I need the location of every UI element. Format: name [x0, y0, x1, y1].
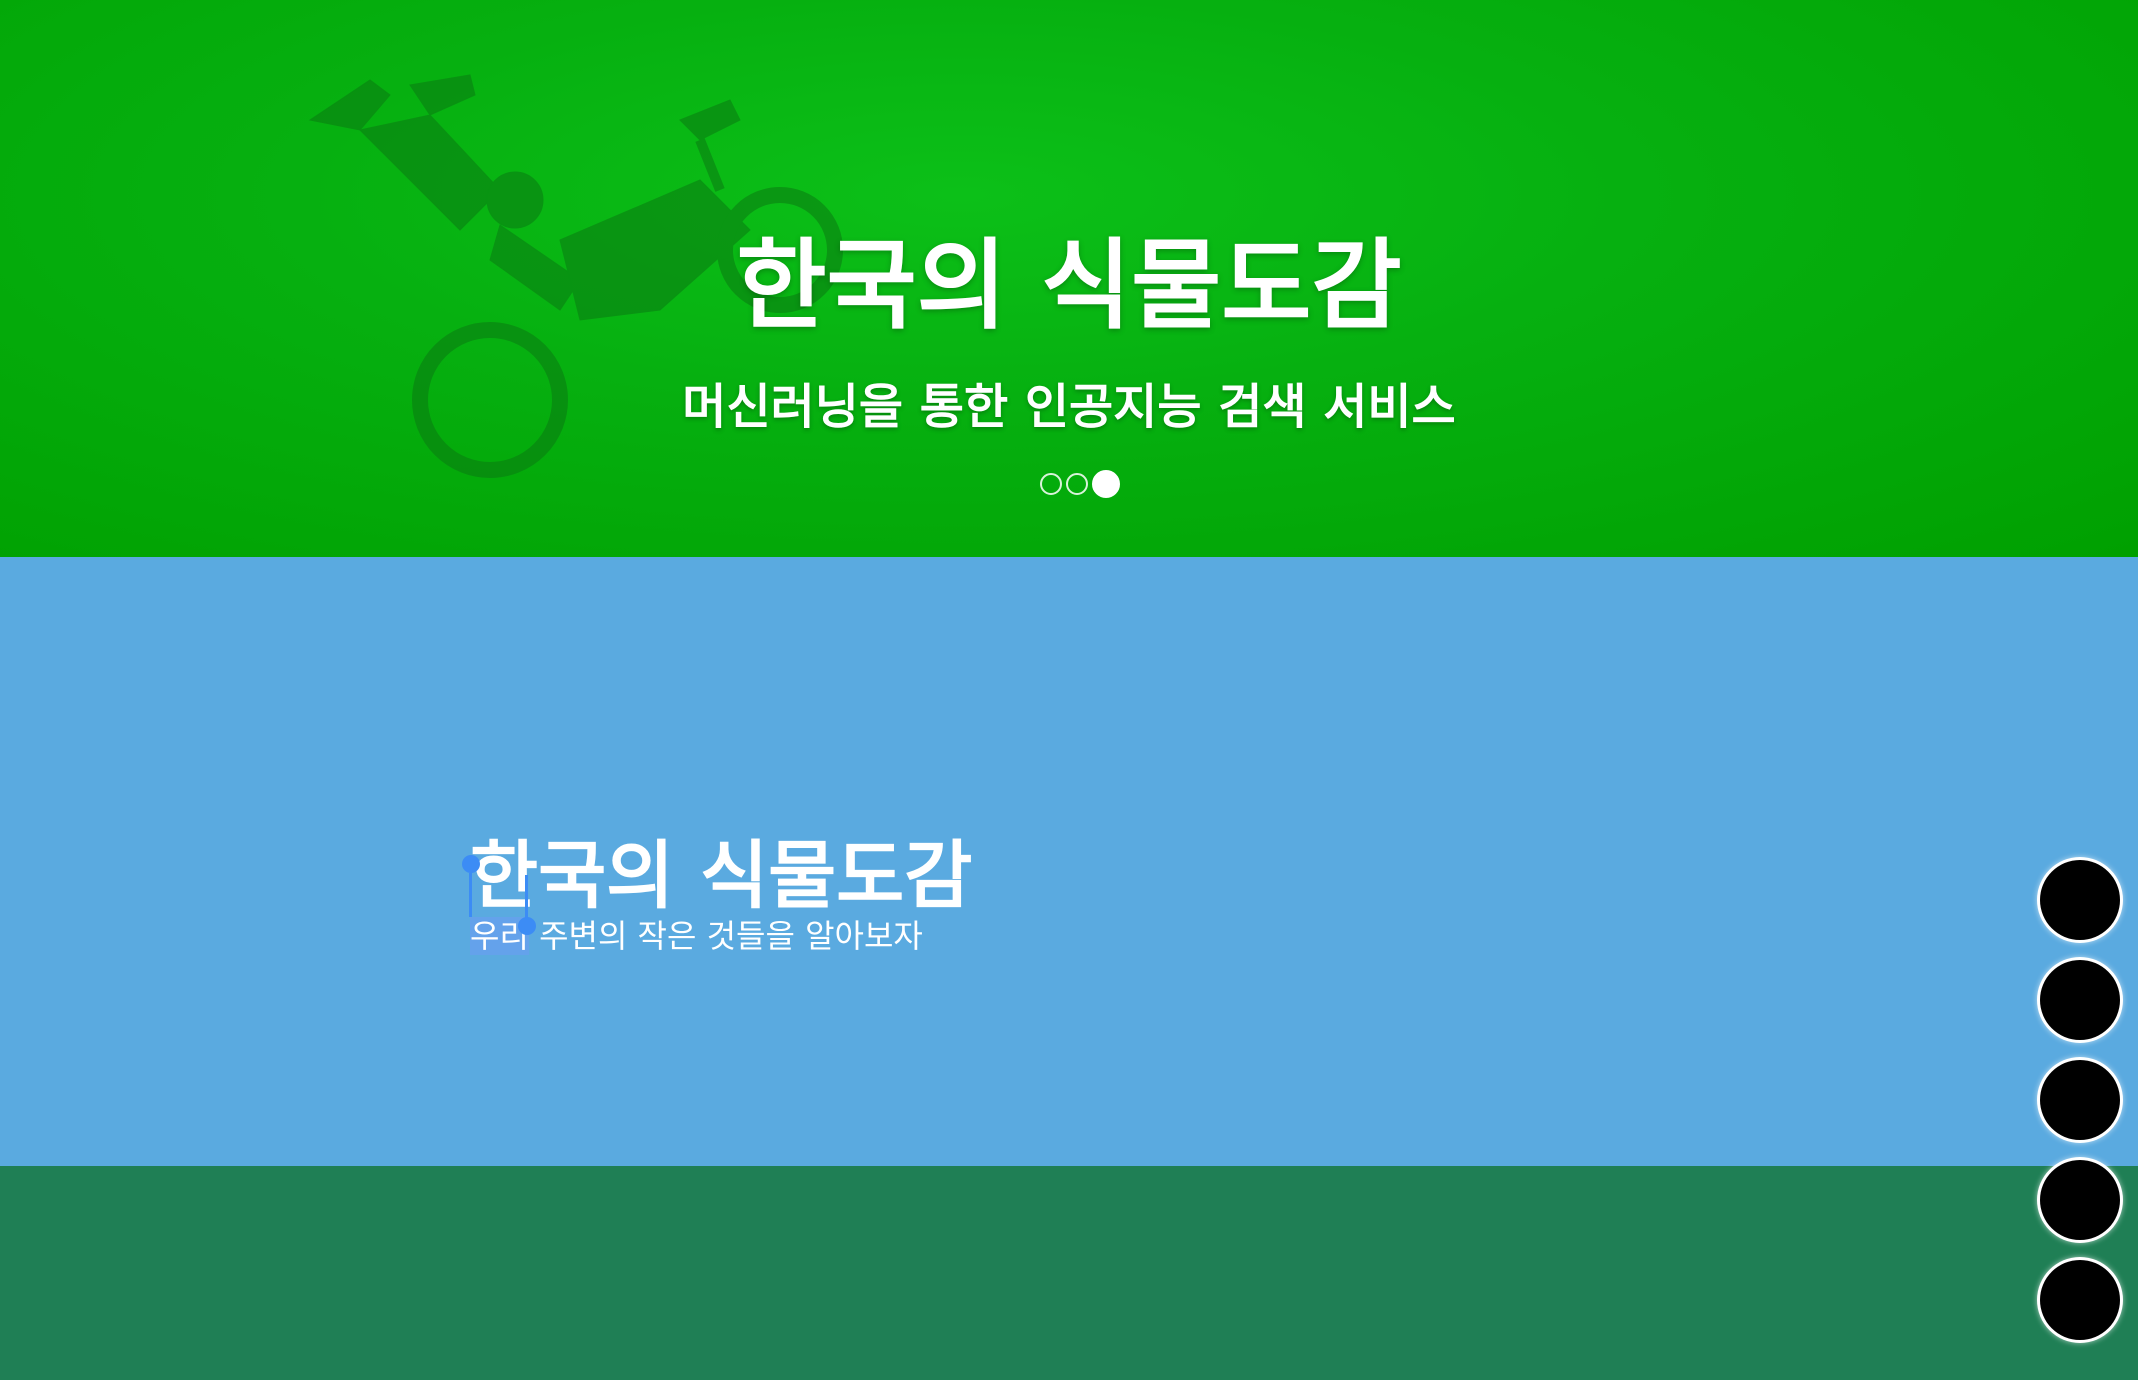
carousel-indicator-1[interactable]	[1040, 473, 1062, 495]
section-nav-dot-5[interactable]	[2040, 1260, 2120, 1340]
selection-end-caret	[525, 875, 528, 919]
selection-start-handle[interactable]	[462, 855, 480, 873]
intro-text[interactable]: 우리 주변의 작은 것들을 알아보자	[470, 914, 923, 958]
hero-subtitle: 머신러닝을 통한 인공지능 검색 서비스	[682, 378, 1456, 435]
selection-end-handle[interactable]	[518, 917, 536, 935]
section-nav-dot-4[interactable]	[2040, 1160, 2120, 1240]
selection-start-caret	[469, 873, 472, 917]
carousel-indicator-3[interactable]	[1092, 470, 1120, 498]
section-nav-dot-1[interactable]	[2040, 860, 2120, 940]
section-nav-dot-3[interactable]	[2040, 1060, 2120, 1140]
intro-title: 한국의 식물도감	[470, 833, 973, 920]
carousel-indicators	[1040, 470, 1120, 498]
section-navigation	[2040, 860, 2120, 1340]
intro-text-rest: 주변의 작은 것들을 알아보자	[528, 917, 923, 955]
section-nav-dot-2[interactable]	[2040, 960, 2120, 1040]
intro-section: 한국의 식물도감 우리 주변의 작은 것들을 알아보자	[0, 557, 2138, 1166]
next-section	[0, 1166, 2138, 1380]
carousel-indicator-2[interactable]	[1066, 473, 1088, 495]
page: 한국의 식물도감 머신러닝을 통한 인공지능 검색 서비스 한국의 식물도감 우…	[0, 0, 2138, 1380]
hero-title: 한국의 식물도감	[736, 228, 1402, 343]
hero-carousel: 한국의 식물도감 머신러닝을 통한 인공지능 검색 서비스	[0, 0, 2138, 557]
